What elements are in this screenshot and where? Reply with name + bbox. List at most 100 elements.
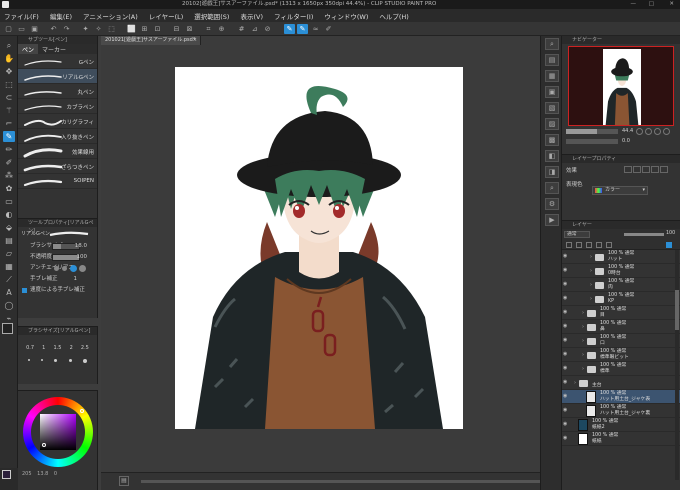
main-color-swatch[interactable] [2,323,13,334]
layer-row[interactable]: ◉ › 100 % 通常 0時台 [562,264,680,278]
eraser-icon[interactable]: ▭ [3,196,15,207]
menu-view[interactable]: 表示(V) [240,11,263,21]
grid-icon[interactable]: # [236,24,247,34]
maximize-icon[interactable]: □ [649,0,654,9]
border-effect-icon[interactable] [624,166,632,173]
text-icon[interactable]: A [3,287,15,298]
layer-row[interactable]: ◉ › 100 % 通常目 [562,306,680,320]
visibility-eye-icon[interactable]: ◉ [563,338,569,343]
brush-item[interactable]: 丸ペン [18,84,97,99]
aa-none-icon[interactable] [54,266,59,271]
edit-icon[interactable]: ✐ [323,24,334,34]
actual-size-icon[interactable] [663,128,670,135]
layer-dock-icon[interactable]: ▤ [545,54,559,66]
lasso-icon[interactable]: ⊂ [3,92,15,103]
menu-filter[interactable]: フィルター(I) [274,11,313,21]
brush-item[interactable]: カブラペン [18,99,97,114]
pen-tool-icon[interactable]: ✎ [3,131,15,142]
brush-item[interactable]: ざらつきペン [18,159,97,174]
brush-item[interactable]: Gペン [18,54,97,69]
new-file-icon[interactable]: ▢ [3,24,14,34]
menu-file[interactable]: ファイル(F) [4,11,39,21]
size-preset-4[interactable]: 2 [70,345,73,351]
line-extract-icon[interactable] [651,166,659,173]
blend-mode-select[interactable]: 通常 [564,231,590,238]
visibility-eye-icon[interactable]: ◉ [563,422,569,427]
menu-selection[interactable]: 選択範囲(S) [194,11,229,21]
lock-alpha-icon[interactable] [596,242,602,248]
menu-layer[interactable]: レイヤー(L) [149,11,184,21]
expand-arrow-icon[interactable]: › [582,324,584,330]
visibility-eye-icon[interactable]: ◉ [563,352,569,357]
perspective-icon[interactable]: ⊿ [249,24,260,34]
layer-color-icon[interactable] [642,166,650,173]
pencil-icon[interactable]: ✏ [3,144,15,155]
size-dot[interactable] [41,359,44,361]
layer-scroll-thumb[interactable] [675,290,679,330]
size-dot[interactable] [27,359,30,361]
visibility-eye-icon[interactable]: ◉ [563,380,569,385]
layer-row[interactable]: ◉ 100 % 通常 紙紙2 [562,418,680,432]
menu-animation[interactable]: アニメーション(A) [83,11,138,21]
expand-arrow-icon[interactable]: › [582,310,584,316]
menu-edit[interactable]: 編集(E) [50,11,72,21]
gradient-icon[interactable]: ▤ [3,235,15,246]
snap-icon[interactable]: ⊕ [216,24,227,34]
layer-row[interactable]: ◉ › 主台 [562,376,680,390]
expand-arrow-icon[interactable]: › [590,268,592,274]
layer-color-swatch-icon[interactable] [666,242,672,248]
redo-icon[interactable]: ↷ [61,24,72,34]
layer-scrollbar[interactable] [675,250,679,480]
zoom-slider[interactable] [566,129,618,134]
pen-mode-icon[interactable]: ✎ [284,24,295,34]
crop-icon[interactable]: ⊞ [139,24,150,34]
frame-icon[interactable]: ▦ [3,261,15,272]
hand-icon[interactable]: ✋ [3,53,15,64]
blend-icon[interactable]: ◐ [3,209,15,220]
brush-item[interactable]: カリグラフィ [18,114,97,129]
search-dock-icon[interactable]: ⌕ [545,182,559,194]
balloon-icon[interactable]: ◯ [3,300,15,311]
decoration-icon[interactable]: ✿ [3,183,15,194]
invert-icon[interactable]: ⊡ [152,24,163,34]
aa-strong-icon[interactable] [79,265,86,272]
pen-mode2-icon[interactable]: ✎ [297,24,308,34]
visibility-eye-icon[interactable]: ◉ [563,366,569,371]
layer-row[interactable]: ◉ 100 % 通常 ハット用土台_ジャケ裏 [562,404,680,418]
effect-dock-icon[interactable]: ◨ [545,166,559,178]
tone-effect-icon[interactable] [633,166,641,173]
size-dot[interactable] [68,359,72,362]
navigator-dock-icon[interactable]: ⌕ [545,38,559,50]
document-tab[interactable]: 201021[遊戯王]サスアーファイル.psd* × [101,36,201,45]
brush-item[interactable]: SOIPEN [18,174,97,189]
reference-icon[interactable] [576,242,582,248]
tool-palette-icon[interactable]: ▩ [545,134,559,146]
move-icon[interactable]: ✥ [3,66,15,77]
settings-dock-icon[interactable]: ⚙ [545,198,559,210]
color-marker[interactable] [42,443,46,447]
expand-arrow-icon[interactable]: › [574,380,576,386]
current-color-swatch[interactable] [2,470,11,479]
layer-opacity-slider[interactable] [624,233,664,236]
fit-icon[interactable] [654,128,661,135]
material-dock-icon[interactable]: ▦ [545,70,559,82]
layer-row[interactable]: ◉ › 100 % 通常 KP [562,292,680,306]
canvas-paper[interactable] [175,67,463,429]
hue-marker[interactable] [80,409,84,413]
layer-row[interactable]: ◉ 100 % 通常 紙紙 [562,432,680,446]
expand-arrow-icon[interactable]: › [582,338,584,344]
angle-slider[interactable] [566,139,618,144]
expand-arrow-icon[interactable]: › [590,254,592,260]
minimize-icon[interactable]: — [631,0,637,9]
tab-pen[interactable]: ペン [18,44,39,54]
ruler-tool-icon[interactable]: ⟋ [3,274,15,285]
zoom-icon[interactable]: ⌕ [3,40,15,51]
subview-icon[interactable]: ▧ [545,102,559,114]
layer-row[interactable]: ◉ › 100 % 通常 ハット [562,250,680,264]
layer-row[interactable]: ◉ › 100 % 通常口 [562,334,680,348]
layer-row[interactable]: ◉ › 100 % 通常 標準 [562,362,680,376]
figure-icon[interactable]: ▱ [3,248,15,259]
extract-icon[interactable] [660,166,668,173]
ruler-icon[interactable]: ⌗ [203,24,214,34]
brush-item[interactable]: 入り抜きペン [18,129,97,144]
